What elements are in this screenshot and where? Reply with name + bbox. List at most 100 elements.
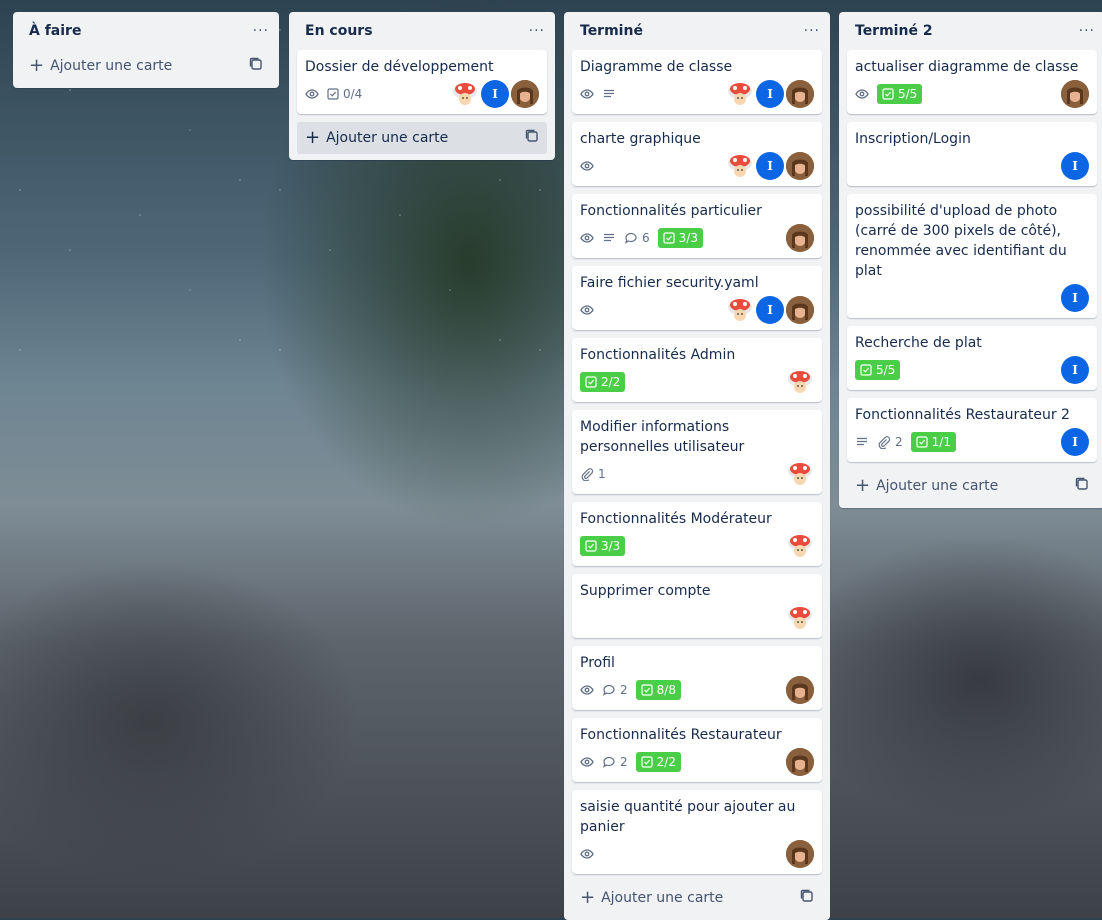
description-icon [602, 231, 616, 245]
mushroom-avatar[interactable] [726, 152, 754, 180]
comment-count: 2 [620, 755, 628, 769]
list-done: Terminé ··· Diagramme de classe I charte… [564, 12, 830, 920]
list-header: Terminé ··· [572, 12, 822, 50]
member-avatar-i[interactable]: I [756, 296, 784, 324]
woman-avatar[interactable] [511, 80, 539, 108]
mushroom-avatar[interactable] [451, 80, 479, 108]
more-options-icon[interactable]: ··· [253, 23, 269, 39]
card-title: actualiser diagramme de classe [855, 59, 1079, 75]
add-card-label: Ajouter une carte [601, 890, 724, 906]
card[interactable]: Profil 2 8/8 [572, 646, 822, 710]
mushroom-avatar[interactable] [786, 604, 814, 632]
card[interactable]: Fonctionnalités Admin 2/2 [572, 338, 822, 402]
list-title[interactable]: En cours [305, 23, 373, 39]
list-header: À faire ··· [21, 12, 271, 50]
list-done-2: Terminé 2 ··· actualiser diagramme de cl… [839, 12, 1102, 508]
checklist-badge: 3/3 [580, 536, 626, 556]
list-header: Terminé 2 ··· [847, 12, 1097, 50]
list-title[interactable]: Terminé [580, 23, 643, 39]
comments-badge: 2 [602, 683, 628, 697]
checklist-icon [916, 436, 928, 448]
mushroom-avatar[interactable] [726, 80, 754, 108]
add-card-button[interactable]: + Ajouter une carte [847, 470, 1097, 502]
paperclip-icon [878, 436, 891, 449]
mushroom-avatar[interactable] [726, 296, 754, 324]
woman-avatar[interactable] [786, 748, 814, 776]
card-title: Fonctionnalités Restaurateur [580, 727, 782, 743]
checklist-badge: 0/4 [327, 87, 362, 101]
card[interactable]: Supprimer compte [572, 574, 822, 638]
card-title: Profil [580, 655, 615, 671]
card[interactable]: Inscription/Login I [847, 122, 1097, 186]
card[interactable]: Fonctionnalités Modérateur 3/3 [572, 502, 822, 566]
checklist-badge: 1/1 [910, 432, 956, 452]
more-options-icon[interactable]: ··· [529, 23, 545, 39]
member-avatar-i[interactable]: I [1061, 152, 1089, 180]
card[interactable]: Fonctionnalités Restaurateur 2 2/2 [572, 718, 822, 782]
member-avatar-i[interactable]: I [756, 152, 784, 180]
card[interactable]: Fonctionnalités Restaurateur 2 2 1/1 I [847, 398, 1097, 462]
attachment-count: 2 [895, 435, 903, 449]
checklist-icon [585, 376, 597, 388]
list-title[interactable]: Terminé 2 [855, 23, 933, 39]
checklist-badge: 8/8 [635, 680, 681, 700]
card-title: Faire fichier security.yaml [580, 275, 759, 291]
card[interactable]: Fonctionnalités particulier 6 3/3 [572, 194, 822, 258]
add-card-label: Ajouter une carte [326, 130, 449, 146]
member-avatar-i[interactable]: I [1061, 356, 1089, 384]
checklist-badge: 5/5 [877, 84, 923, 104]
template-icon[interactable] [800, 889, 814, 907]
card[interactable]: Dossier de développement 0/4 I [297, 50, 547, 114]
paperclip-icon [581, 468, 594, 481]
list-in-progress: En cours ··· Dossier de développement 0/… [289, 12, 555, 160]
card-title: Supprimer compte [580, 583, 711, 599]
add-card-button[interactable]: + Ajouter une carte [572, 882, 822, 914]
comment-icon [602, 684, 615, 696]
card[interactable]: Diagramme de classe I [572, 50, 822, 114]
template-icon[interactable] [1075, 477, 1089, 495]
add-card-button[interactable]: + Ajouter une carte [297, 122, 547, 154]
card[interactable]: possibilité d'upload de photo (carré de … [847, 194, 1097, 318]
woman-avatar[interactable] [786, 296, 814, 324]
card-title: Fonctionnalités Modérateur [580, 511, 772, 527]
card[interactable]: actualiser diagramme de classe 5/5 [847, 50, 1097, 114]
add-card-button[interactable]: + Ajouter une carte [21, 50, 271, 82]
woman-avatar[interactable] [1061, 80, 1089, 108]
member-avatar-i[interactable]: I [756, 80, 784, 108]
card[interactable]: Modifier informations personnelles utili… [572, 410, 822, 494]
mushroom-avatar[interactable] [786, 460, 814, 488]
card-title: Inscription/Login [855, 131, 971, 147]
comments-badge: 2 [602, 755, 628, 769]
card-title: charte graphique [580, 131, 701, 147]
watch-eye-icon [855, 87, 869, 101]
member-avatar-i[interactable]: I [481, 80, 509, 108]
checklist-badge: 3/3 [657, 228, 703, 248]
more-options-icon[interactable]: ··· [1079, 23, 1095, 39]
woman-avatar[interactable] [786, 840, 814, 868]
plus-icon: + [580, 887, 596, 908]
card[interactable]: Faire fichier security.yaml I [572, 266, 822, 330]
watch-eye-icon [305, 87, 319, 101]
watch-eye-icon [580, 87, 594, 101]
card[interactable]: Recherche de plat 5/5 I [847, 326, 1097, 390]
card[interactable]: saisie quantité pour ajouter au panier [572, 790, 822, 874]
woman-avatar[interactable] [786, 152, 814, 180]
list-title[interactable]: À faire [29, 23, 81, 39]
card-title: Modifier informations personnelles utili… [580, 419, 745, 455]
woman-avatar[interactable] [786, 224, 814, 252]
more-options-icon[interactable]: ··· [804, 23, 820, 39]
woman-avatar[interactable] [786, 676, 814, 704]
template-icon[interactable] [249, 57, 263, 75]
member-avatar-i[interactable]: I [1061, 428, 1089, 456]
template-icon[interactable] [525, 129, 539, 147]
woman-avatar[interactable] [786, 80, 814, 108]
card-title: Recherche de plat [855, 335, 982, 351]
watch-eye-icon [580, 159, 594, 173]
description-icon [602, 87, 616, 101]
add-card-label: Ajouter une carte [876, 478, 999, 494]
card[interactable]: charte graphique I [572, 122, 822, 186]
checklist-icon [585, 540, 597, 552]
mushroom-avatar[interactable] [786, 532, 814, 560]
member-avatar-i[interactable]: I [1061, 284, 1089, 312]
mushroom-avatar[interactable] [786, 368, 814, 396]
